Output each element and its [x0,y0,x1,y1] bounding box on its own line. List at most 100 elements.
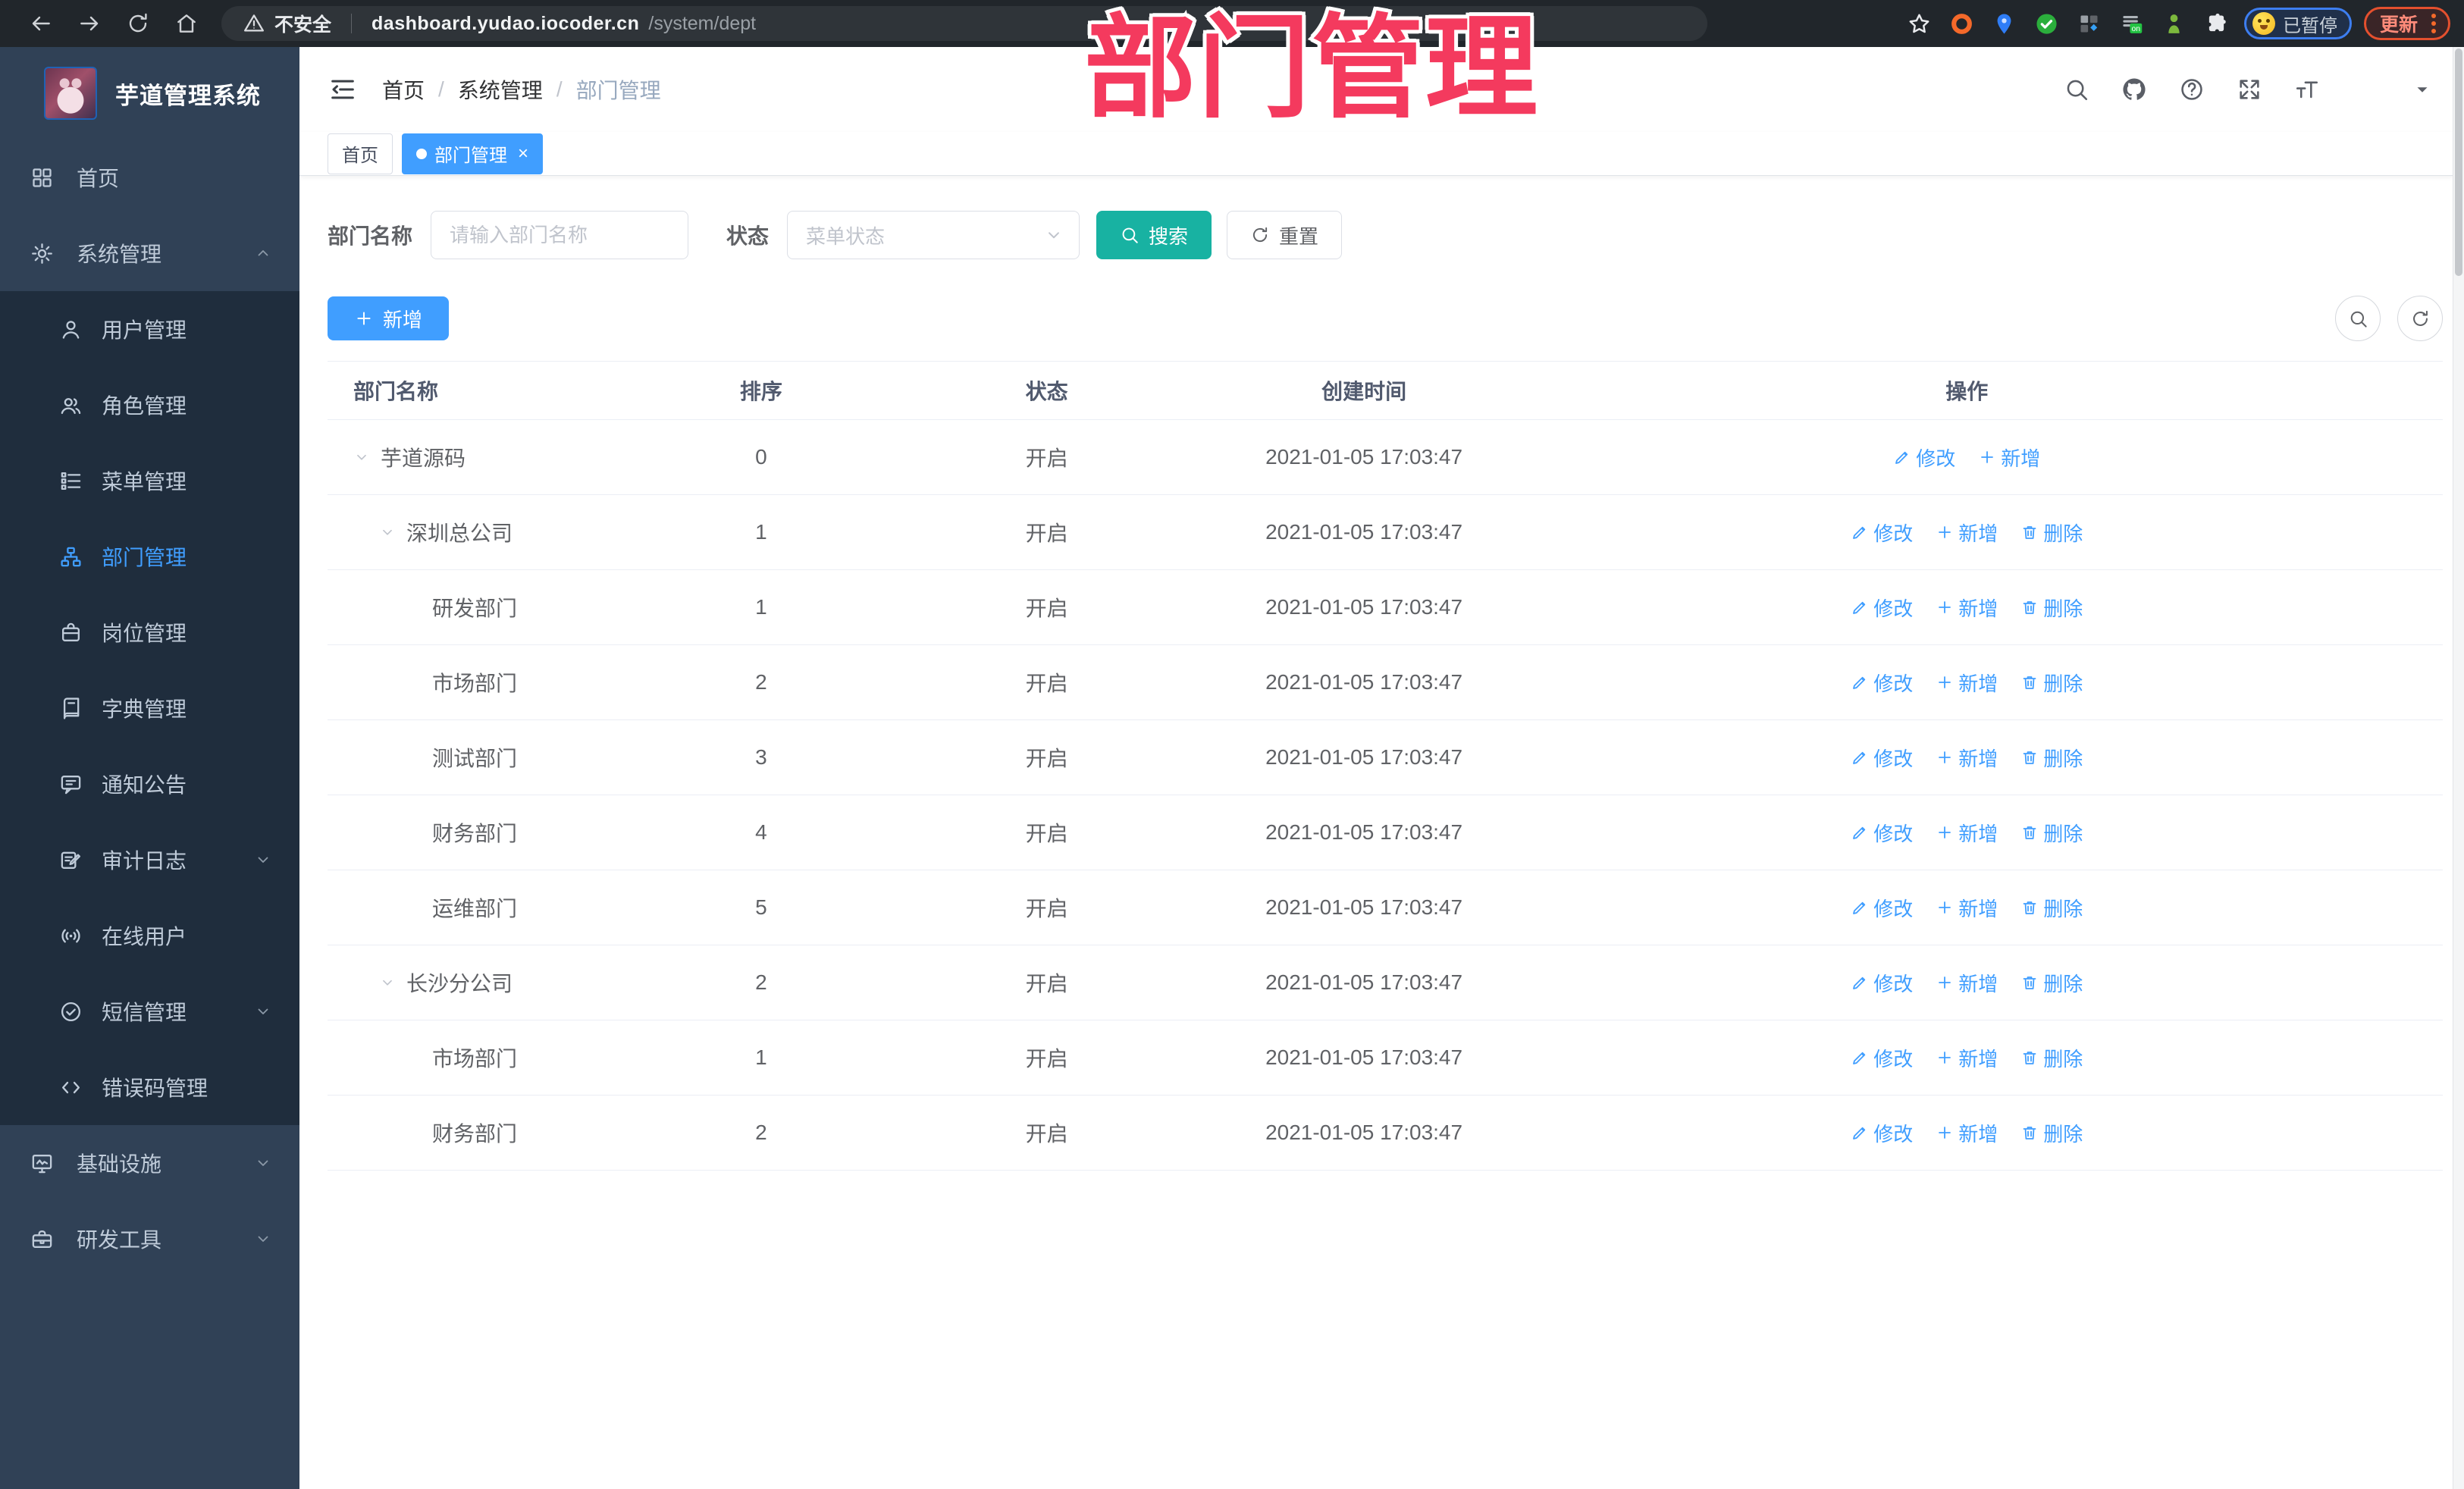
toggle-search-button[interactable] [2335,296,2381,341]
app-brand[interactable]: 芋道管理系统 [0,47,299,139]
search-icon[interactable] [2064,77,2089,102]
status-select[interactable]: 菜单状态 [787,211,1080,259]
sidebar-item-label: 错误码管理 [102,1077,208,1100]
breadcrumb-item[interactable]: 系统管理 [458,74,543,105]
add-link[interactable]: 新增 [1936,1044,1998,1072]
delete-link[interactable]: 删除 [2020,969,2083,997]
home-icon[interactable] [165,6,208,41]
tab[interactable]: 部门管理 × [402,133,544,174]
breadcrumb-item[interactable]: 首页 [382,74,425,105]
row-expand-icon[interactable] [379,524,406,541]
fullscreen-icon[interactable] [2237,77,2262,102]
delete-link[interactable]: 删除 [2020,519,2083,547]
ext-green-figure-icon[interactable] [2159,8,2190,39]
edit-link[interactable]: 修改 [1851,969,1913,997]
add-button[interactable]: 新增 [328,296,450,340]
edit-link[interactable]: 修改 [1893,444,1955,472]
help-icon[interactable] [2179,77,2205,102]
ext-green-check-icon[interactable] [2032,8,2062,39]
search-button[interactable]: 搜索 [1096,211,1212,259]
infrastructure-icon [30,1152,54,1175]
row-expand-icon[interactable] [353,449,381,466]
ext-puzzle-icon[interactable] [2202,8,2232,39]
tab[interactable]: 首页 [328,133,393,174]
add-link[interactable]: 新增 [1978,444,2040,472]
dept-name-input[interactable] [431,211,689,259]
add-link[interactable]: 新增 [1936,669,1998,697]
sidebar: 芋道管理系统 首页 系统管理 用户管理 角色管理 菜单管理 部门管理 岗位管理 字典管理 通知公… [0,47,299,1489]
delete-link[interactable]: 删除 [2020,819,2083,847]
browser-menu-icon[interactable] [2427,12,2440,35]
row-expand-icon[interactable] [379,974,406,991]
cell-actions: 修改 新增 [1491,444,2443,472]
delete-link[interactable]: 删除 [2020,669,2083,697]
sidebar-collapse-icon[interactable] [328,74,358,105]
chevron-down-icon [254,1230,272,1248]
sidebar-item[interactable]: 首页 [0,139,299,215]
edit-link[interactable]: 修改 [1851,594,1913,622]
edit-link[interactable]: 修改 [1851,819,1913,847]
breadcrumb-item: 部门管理 [575,79,661,102]
address-bar[interactable]: 不安全 dashboard.yudao.iocoder.cn/system/de… [221,6,1707,41]
add-link[interactable]: 新增 [1936,594,1998,622]
sidebar-item[interactable]: 审计日志 [0,822,299,898]
ext-location-pin-icon[interactable] [1989,8,2020,39]
plus-icon [1978,448,1996,466]
delete-link[interactable]: 删除 [2020,744,2083,772]
avatar[interactable] [2353,57,2400,122]
sidebar-item[interactable]: 系统管理 [0,215,299,291]
delete-link[interactable]: 删除 [2020,594,2083,622]
back-icon[interactable] [20,6,62,41]
bookmark-star-icon[interactable] [1904,8,1935,39]
add-link[interactable]: 新增 [1936,1119,1998,1147]
cell-sort: 3 [755,745,767,769]
sidebar-item[interactable]: 角色管理 [0,367,299,443]
browser-update-button[interactable]: 更新 [2363,7,2450,40]
chevron-down-icon [254,1002,272,1020]
sidebar-item[interactable]: 基础设施 [0,1125,299,1201]
reload-icon[interactable] [117,6,159,41]
dept-name: 市场部门 [432,1047,518,1071]
sidebar-item[interactable]: 短信管理 [0,973,299,1049]
sidebar-item-label: 在线用户 [102,925,187,948]
add-link[interactable]: 新增 [1936,819,1998,847]
sidebar-item[interactable]: 通知公告 [0,746,299,822]
sidebar-item[interactable]: 错误码管理 [0,1049,299,1125]
add-link[interactable]: 新增 [1936,744,1998,772]
scrollbar-thumb[interactable] [2455,49,2462,276]
edit-link[interactable]: 修改 [1851,519,1913,547]
delete-link[interactable]: 删除 [2020,894,2083,922]
github-icon[interactable] [2121,77,2147,102]
reset-button[interactable]: 重置 [1227,211,1343,259]
sidebar-item[interactable]: 菜单管理 [0,443,299,519]
edit-link[interactable]: 修改 [1851,669,1913,697]
edit-link[interactable]: 修改 [1851,894,1913,922]
edit-link[interactable]: 修改 [1851,744,1913,772]
ext-grid-icon[interactable] [2074,8,2105,39]
refresh-table-button[interactable] [2397,296,2443,341]
ext-on-badge-icon[interactable]: on [2117,8,2147,39]
add-link[interactable]: 新增 [1936,894,1998,922]
profile-paused-badge[interactable]: 已暂停 [2243,8,2352,39]
forward-icon[interactable] [68,6,111,41]
delete-link[interactable]: 删除 [2020,1119,2083,1147]
add-link[interactable]: 新增 [1936,969,1998,997]
page-scrollbar[interactable] [2453,47,2464,1489]
avatar-caret-down-icon[interactable] [2412,80,2432,99]
cell-status: 开启 [1025,672,1068,695]
close-icon[interactable]: × [518,144,528,163]
sidebar-item[interactable]: 用户管理 [0,291,299,367]
column-header: 创建时间 [1321,380,1407,403]
sidebar-item[interactable]: 研发工具 [0,1201,299,1277]
fontsize-icon[interactable] [2294,77,2320,102]
cell-sort: 2 [755,1121,767,1144]
sidebar-item[interactable]: 部门管理 [0,519,299,594]
edit-link[interactable]: 修改 [1851,1044,1913,1072]
sidebar-item[interactable]: 在线用户 [0,898,299,973]
delete-link[interactable]: 删除 [2020,1044,2083,1072]
ext-orange-ring-icon[interactable] [1947,8,1977,39]
sidebar-item[interactable]: 岗位管理 [0,594,299,670]
edit-link[interactable]: 修改 [1851,1119,1913,1147]
add-link[interactable]: 新增 [1936,519,1998,547]
sidebar-item[interactable]: 字典管理 [0,670,299,746]
